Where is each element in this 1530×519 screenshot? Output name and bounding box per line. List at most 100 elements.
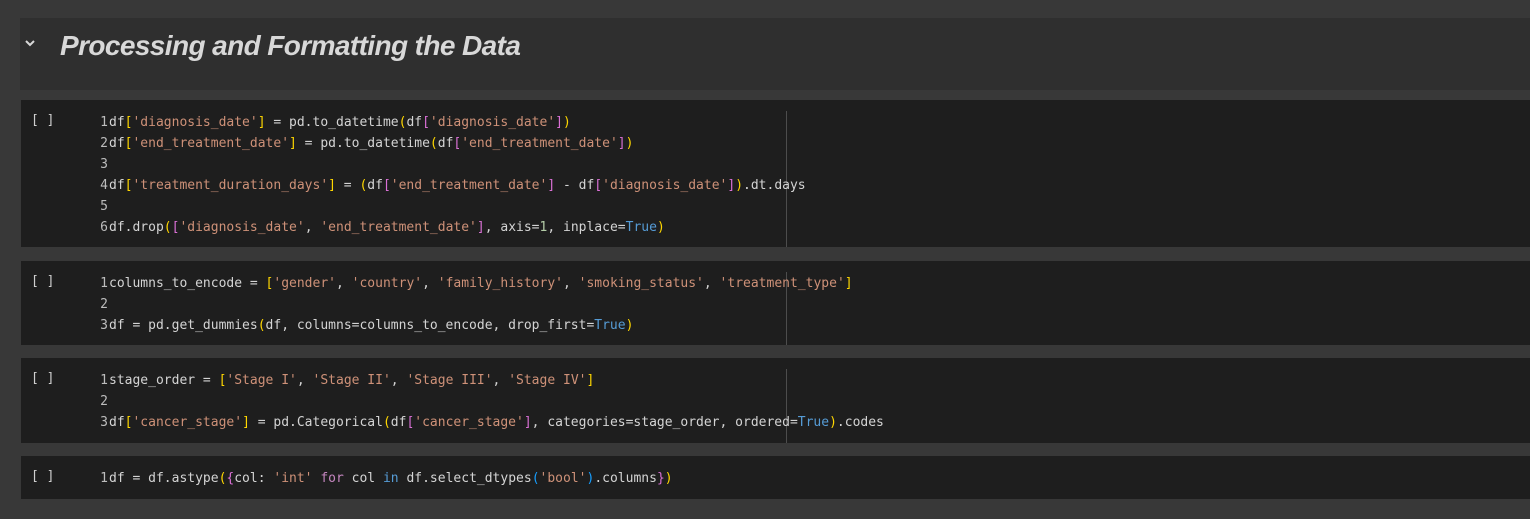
code-token: = xyxy=(335,178,360,193)
code-token: 'bool' xyxy=(539,471,587,486)
code-token: True xyxy=(797,415,830,430)
code-token: ) xyxy=(625,318,634,333)
code-token: , xyxy=(563,276,579,291)
code-line[interactable]: 5 xyxy=(94,196,806,217)
code-line[interactable]: 1stage_order = ['Stage I', 'Stage II', '… xyxy=(94,370,884,391)
code-token: df xyxy=(367,178,383,193)
code-token: df.select_dtypes xyxy=(398,471,532,486)
code-cell[interactable]: [ ] 1df = df.astype({col: 'int' for col … xyxy=(21,456,1530,499)
code-editor[interactable]: 1stage_order = ['Stage I', 'Stage II', '… xyxy=(94,370,884,433)
line-number: 3 xyxy=(100,157,108,172)
run-cell-button[interactable]: [ ] xyxy=(31,469,54,484)
line-number: 5 xyxy=(100,199,108,214)
code-editor[interactable]: 1df = df.astype({col: 'int' for col in d… xyxy=(94,468,673,489)
code-line[interactable]: 1df['diagnosis_date'] = pd.to_datetime(d… xyxy=(94,112,806,133)
code-token: 'Stage I' xyxy=(226,373,297,388)
code-token: ] xyxy=(257,115,266,130)
code-token: df = df.astype xyxy=(109,471,219,486)
code-token: ( xyxy=(531,471,540,486)
code-token: df xyxy=(109,415,125,430)
line-number: 3 xyxy=(100,415,108,430)
code-cell[interactable]: [ ] 1stage_order = ['Stage I', 'Stage II… xyxy=(21,358,1530,443)
code-token: True xyxy=(594,318,626,333)
code-token: 'smoking_status' xyxy=(578,276,704,291)
code-token: 'end_treatment_date' xyxy=(461,136,618,151)
code-line[interactable]: 1df = df.astype({col: 'int' for col in d… xyxy=(94,468,673,489)
code-line[interactable]: 2df['end_treatment_date'] = pd.to_dateti… xyxy=(94,133,806,154)
code-line[interactable]: 3 xyxy=(94,154,806,175)
line-number: 2 xyxy=(100,394,108,409)
code-line[interactable]: 1columns_to_encode = ['gender', 'country… xyxy=(94,273,852,294)
run-cell-button[interactable]: [ ] xyxy=(31,113,54,128)
code-token: ) xyxy=(829,415,837,430)
code-token: ] xyxy=(523,415,532,430)
code-token: 'end_treatment_date' xyxy=(320,220,477,235)
code-token: } xyxy=(656,471,665,486)
code-token: = pd.to_datetime xyxy=(296,136,430,151)
code-token: [ xyxy=(422,115,430,130)
line-number: 1 xyxy=(100,471,108,486)
code-line[interactable]: 4df['treatment_duration_days'] = (df['en… xyxy=(94,175,805,196)
code-token: ( xyxy=(163,220,172,235)
code-token: col: xyxy=(234,471,274,486)
code-token: 'country' xyxy=(351,276,423,291)
code-token: , xyxy=(390,373,407,388)
code-token: , xyxy=(492,373,509,388)
code-token: ) xyxy=(664,471,673,486)
code-token: - df xyxy=(555,178,595,193)
code-token: 'cancer_stage' xyxy=(414,415,524,430)
section-title: Processing and Formatting the Data xyxy=(60,30,521,61)
code-token: , xyxy=(304,220,321,235)
code-token: ( xyxy=(382,415,391,430)
code-token: , xyxy=(296,373,313,388)
line-number: 1 xyxy=(100,373,108,388)
code-token: ) xyxy=(735,178,744,193)
line-number: 1 xyxy=(100,115,108,130)
code-token: 'Stage III' xyxy=(406,373,493,388)
code-token: , categories=stage_order, ordered= xyxy=(531,415,798,430)
code-token: = pd.to_datetime xyxy=(265,115,399,130)
code-token: True xyxy=(625,220,657,235)
code-token: df xyxy=(390,415,407,430)
code-token: 'treatment_type' xyxy=(719,276,845,291)
code-token: df.drop xyxy=(109,220,164,235)
code-token: df = pd.get_dummies xyxy=(109,318,258,333)
line-number: 2 xyxy=(100,136,108,151)
code-token: ) xyxy=(656,220,665,235)
code-token: , xyxy=(336,276,352,291)
code-token: df xyxy=(109,115,125,130)
code-cell[interactable]: [ ] 1columns_to_encode = ['gender', 'cou… xyxy=(21,261,1530,345)
code-token: df, columns=columns_to_encode, drop_firs… xyxy=(265,318,595,333)
code-token: ] xyxy=(476,220,485,235)
code-cell[interactable]: [ ] 1df['diagnosis_date'] = pd.to_dateti… xyxy=(21,100,1530,247)
code-line[interactable]: 2 xyxy=(94,391,884,412)
code-token: 'diagnosis_date' xyxy=(429,115,556,130)
code-line[interactable]: 3df = pd.get_dummies(df, columns=columns… xyxy=(94,315,853,336)
code-editor[interactable]: 1df['diagnosis_date'] = pd.to_datetime(d… xyxy=(94,112,806,238)
code-token: 'end_treatment_date' xyxy=(390,178,548,193)
code-line[interactable]: 2 xyxy=(94,294,853,315)
run-cell-button[interactable]: [ ] xyxy=(31,371,54,386)
code-token: 'int' xyxy=(273,471,313,486)
code-token: ] xyxy=(727,178,736,193)
code-token: 'Stage II' xyxy=(312,373,391,388)
code-token: ] xyxy=(555,115,563,130)
code-token: df xyxy=(109,136,125,151)
code-token: [ xyxy=(382,178,391,193)
code-token: ] xyxy=(586,373,595,388)
code-token: ] xyxy=(289,136,297,151)
code-editor[interactable]: 1columns_to_encode = ['gender', 'country… xyxy=(94,273,853,336)
code-line[interactable]: 6df.drop(['diagnosis_date', 'end_treatme… xyxy=(94,217,806,238)
code-token: ] xyxy=(617,136,626,151)
code-line[interactable]: 3df['cancer_stage'] = pd.Categorical(df[… xyxy=(94,412,884,433)
code-token: 'cancer_stage' xyxy=(132,415,243,430)
code-token: 'end_treatment_date' xyxy=(132,136,290,151)
code-token: 'diagnosis_date' xyxy=(179,220,305,235)
chevron-down-icon[interactable] xyxy=(25,38,35,48)
run-cell-button[interactable]: [ ] xyxy=(31,274,54,289)
code-token: , xyxy=(703,276,720,291)
code-token: 'gender' xyxy=(273,276,336,291)
code-token: ] xyxy=(242,415,250,430)
code-token: , xyxy=(422,276,438,291)
code-token: df xyxy=(406,115,423,130)
